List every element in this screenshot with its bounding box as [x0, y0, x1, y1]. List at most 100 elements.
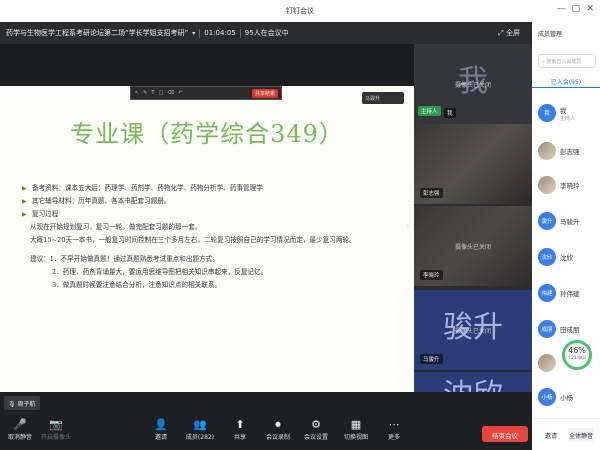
avatar: 我 — [538, 104, 556, 122]
fullscreen-icon: ⤢ — [498, 29, 504, 37]
toolbar-label: 开启摄像头 — [40, 434, 71, 441]
avatar: 骏升 — [538, 212, 556, 230]
end-meeting-button[interactable]: 结束会议 — [482, 426, 528, 442]
member-row[interactable]: 小杨 小杨 — [538, 386, 573, 408]
member-row[interactable]: 伟建 孙伟建 — [538, 282, 580, 304]
fullscreen-button[interactable]: ⤢ 全屏 — [498, 28, 520, 38]
slide-line: 建议：1．不早开始做真题！通过真题熟悉考试重点和出题方式。 — [30, 255, 219, 263]
slide-bullet: 复习过程 — [22, 208, 402, 221]
stop-share-button[interactable]: 共享结束 — [251, 88, 278, 98]
members-button[interactable]: 👥 成员(282) — [182, 418, 218, 441]
collapse-arrow-icon[interactable]: › — [406, 222, 410, 232]
video-tile[interactable]: 骏升 摄像头已关闭 马骏升 — [414, 290, 532, 370]
slide-line: 2．药理、药剂背诵量大，要运用思维导图把相关知识串起来，反复记忆。 — [52, 268, 268, 276]
divider — [199, 28, 201, 38]
switch-view-button[interactable]: ▦ 切换视图 — [338, 418, 374, 441]
network-gauge[interactable]: 46% ↑23.4K/s — [562, 340, 592, 370]
tile-name: 我 — [444, 108, 456, 118]
toolbar-label: 取消静音 — [7, 434, 32, 441]
member-row[interactable]: 我 我主持人 — [538, 102, 575, 124]
slide-body: 备考资料：课本五大后：药理学、药剂学、药物化学、药物分析学、药事管理学 其它辅导… — [22, 182, 402, 292]
avatar: 成朋 — [538, 320, 556, 338]
member-name: 我 — [560, 106, 567, 115]
meeting-info-bar: 药学与生物医学工程系考研论坛第二场“学长学姐支招考研” ▾ 01:04:05 9… — [0, 22, 532, 44]
settings-button[interactable]: ⚙ 会议设置 — [298, 418, 334, 441]
more-button[interactable]: ⋯ 更多 — [376, 418, 412, 441]
member-search-input[interactable]: ⌕ 搜索已入会成员 — [538, 54, 596, 68]
meeting-title: 药学与生物医学工程系考研论坛第二场“学长学姐支招考研” — [6, 29, 189, 37]
shape-icon[interactable]: □ — [158, 90, 163, 96]
text-icon[interactable]: T — [151, 90, 154, 96]
toolbar-label: 共享 — [233, 434, 246, 441]
member-row[interactable]: 彭志强 — [538, 140, 580, 162]
camera-icon: 📷 — [49, 418, 63, 431]
tile-name: 彭志强 — [420, 188, 443, 198]
pointer-icon[interactable]: ↖ — [135, 90, 139, 96]
invite-toolbar-button[interactable]: 👤 邀请 — [143, 418, 179, 441]
member-row[interactable] — [538, 352, 556, 374]
window-titlebar: 钉钉会议 — ▢ ✕ — [0, 0, 600, 22]
search-icon: ⌕ — [542, 59, 545, 65]
avatar — [538, 176, 556, 194]
video-tile[interactable]: 我 摄像头已关闭 主持人 我 — [414, 44, 532, 124]
panel-title: 成员管理 — [538, 31, 563, 38]
member-row[interactable]: 李晓玲 — [538, 174, 580, 196]
slide-bullet: 其它辅导材料：历年真题、各本书配套习题册。 — [22, 195, 402, 208]
toolbar-label: 更多 — [387, 434, 400, 441]
close-icon[interactable]: ✕ — [586, 4, 594, 14]
slide-line: 大概15~20天一本书，一般复习时间控制在三个多月左右，二轮复习按照自己的学习情… — [30, 236, 356, 244]
tile-avatar-text: 我 — [458, 64, 488, 99]
divider — [239, 28, 241, 38]
record-button[interactable]: ⏺ 会议录制 — [260, 418, 296, 441]
toolbar-label: 切换视图 — [343, 434, 368, 441]
video-tile[interactable]: 摄像头已关闭 李晓玲 — [414, 206, 532, 286]
video-tile[interactable]: 彭志强 — [414, 124, 532, 204]
member-row[interactable]: 沈欣 沈欣 — [538, 246, 573, 268]
invite-button[interactable]: 邀请 — [538, 428, 564, 442]
slide-bullet: 备考资料：课本五大后：药理学、药剂学、药物化学、药物分析学、药事管理学 — [22, 182, 402, 195]
tile-avatar-text: 沈欣 — [414, 372, 532, 392]
chevron-down-icon[interactable]: ▾ — [192, 30, 195, 37]
camera-button[interactable]: 📷 开启摄像头 — [38, 418, 74, 441]
participant-count: 95人在会议中 — [244, 29, 289, 37]
window-title: 钉钉会议 — [286, 7, 314, 15]
share-button[interactable]: ⬆ 共享 — [222, 418, 258, 441]
record-icon: ⏺ — [275, 418, 281, 431]
speaker-tag: 🎙 周子航 — [4, 396, 40, 410]
shared-slide: ↖ ✎ T □ ⌫ ↶ 共享结束 马骏升 专业课（药学综合349） 备考资料：课… — [0, 86, 414, 414]
slide-title: 专业课（药学综合349） — [70, 120, 344, 148]
members-icon: 👥 — [193, 418, 207, 431]
search-placeholder: 搜索已入会成员 — [546, 59, 582, 65]
avatar: 伟建 — [538, 284, 556, 302]
video-tile[interactable]: 沈欣 — [414, 372, 532, 392]
undo-icon[interactable]: ↶ — [178, 90, 182, 96]
maximize-icon[interactable]: ▢ — [571, 4, 580, 14]
member-row[interactable]: 成朋 田成朋 — [538, 318, 580, 340]
member-name: 马骏升 — [560, 218, 580, 226]
member-name: 小杨 — [560, 394, 573, 402]
more-icon: ⋯ — [388, 418, 400, 431]
member-row[interactable]: 骏升 马骏升 — [538, 210, 580, 232]
member-name: 彭志强 — [560, 148, 580, 156]
avatar — [538, 354, 556, 372]
pen-icon[interactable]: ✎ — [143, 90, 147, 96]
fullscreen-label: 全屏 — [506, 29, 520, 37]
share-toolbar[interactable]: ↖ ✎ T □ ⌫ ↶ 共享结束 — [130, 86, 282, 100]
avatar: 沈欣 — [538, 248, 556, 266]
member-name: 田成朋 — [560, 326, 580, 334]
mic-icon: 🎙 — [8, 401, 16, 408]
tile-name: 马骏升 — [420, 354, 443, 364]
minimize-icon[interactable]: — — [557, 4, 566, 14]
unmute-button[interactable]: 🎤 取消静音 — [2, 418, 38, 441]
mic-icon: 🎤 — [13, 418, 27, 431]
camera-off-text: 摄像头已关闭 — [454, 244, 491, 251]
tab-joined[interactable]: 已入会(95) — [532, 74, 600, 88]
mute-all-button[interactable]: 全体静音 — [568, 428, 594, 442]
meeting-toolbar: 🎙 周子航 🎤 取消静音 📷 开启摄像头 👤 邀请 👥 成员(282) ⬆ 共享 ⏺ 会议录… — [0, 392, 532, 450]
network-percent: 46% — [568, 346, 586, 355]
meeting-duration: 01:04:05 — [204, 29, 236, 37]
gear-icon: ⚙ — [311, 418, 321, 431]
eraser-icon[interactable]: ⌫ — [167, 90, 174, 96]
network-speed: ↑23.4K/s — [567, 355, 587, 360]
avatar: 小杨 — [538, 388, 556, 406]
